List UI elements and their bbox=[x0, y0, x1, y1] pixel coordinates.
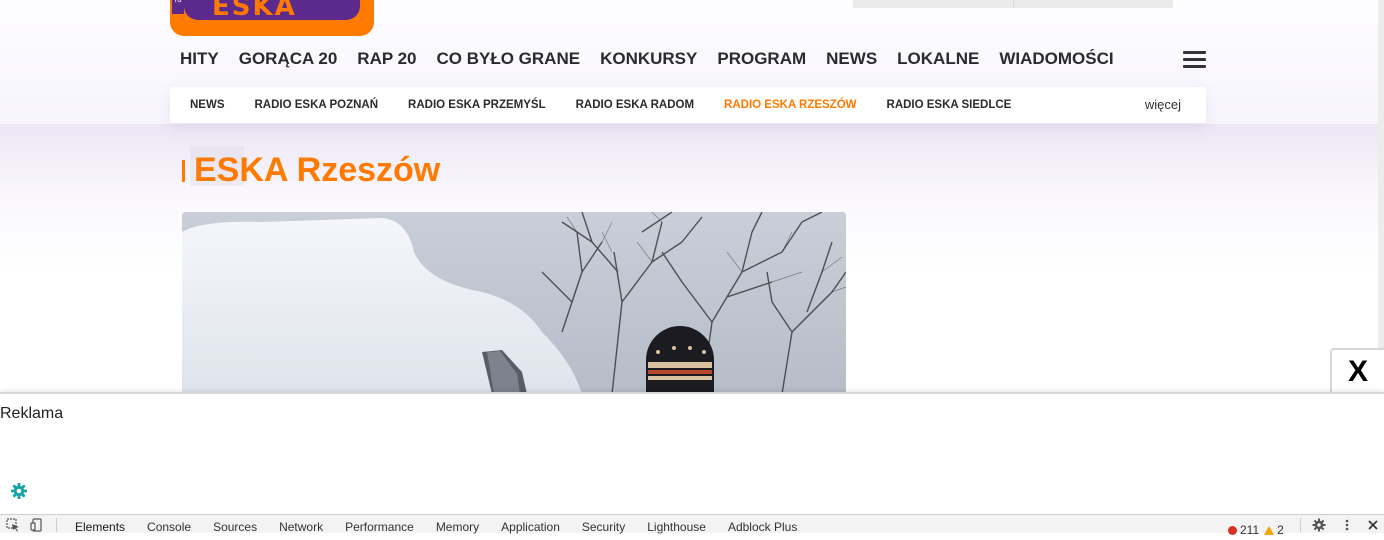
nav-item-wiadomosci[interactable]: WIADOMOŚCI bbox=[999, 44, 1113, 74]
sub-nav-item-siedlce[interactable]: RADIO ESKA SIEDLCE bbox=[887, 99, 1012, 111]
sub-nav-item-przemysl[interactable]: RADIO ESKA PRZEMYŚL bbox=[408, 99, 546, 111]
devtools-tab-adblock-plus[interactable]: Adblock Plus bbox=[728, 512, 797, 537]
warning-icon bbox=[1264, 526, 1275, 535]
sub-navigation: NEWS RADIO ESKA POZNAŃ RADIO ESKA PRZEMY… bbox=[170, 87, 1206, 123]
nav-item-rap-20[interactable]: RAP 20 bbox=[357, 44, 416, 74]
search-bar[interactable] bbox=[853, 0, 1173, 8]
devtools-bar: Elements Console Sources Network Perform… bbox=[0, 514, 1384, 537]
title-accent-bar bbox=[182, 160, 185, 182]
nav-item-hity[interactable]: HITY bbox=[180, 44, 219, 74]
devtools-tab-console[interactable]: Console bbox=[147, 512, 191, 537]
devtools-tab-elements[interactable]: Elements bbox=[75, 512, 125, 537]
gear-icon[interactable] bbox=[10, 482, 28, 500]
sub-nav-item-poznan[interactable]: RADIO ESKA POZNAŃ bbox=[255, 99, 379, 111]
sub-nav-item-radom[interactable]: RADIO ESKA RADOM bbox=[576, 99, 694, 111]
nav-item-co-bylo-grane[interactable]: CO BYŁO GRANE bbox=[437, 44, 581, 74]
more-link[interactable]: więcej bbox=[1145, 87, 1181, 123]
hamburger-menu-icon[interactable] bbox=[1183, 51, 1206, 69]
sub-nav-item-news[interactable]: NEWS bbox=[190, 99, 225, 111]
devtools-tab-network[interactable]: Network bbox=[279, 512, 323, 537]
logo-tag: rd bbox=[172, 0, 184, 14]
close-devtools-icon[interactable] bbox=[1366, 518, 1380, 532]
error-count: 211 bbox=[1240, 523, 1260, 537]
browser-page: rd ESKA HITY GORĄCA 20 RAP 20 CO BYŁO GR… bbox=[0, 0, 1384, 537]
snow-scene-image bbox=[182, 212, 846, 394]
inspect-element-icon[interactable] bbox=[6, 518, 20, 532]
ad-close-label: X bbox=[1347, 355, 1368, 388]
settings-gear-icon[interactable] bbox=[1312, 518, 1326, 532]
devtools-tab-lighthouse[interactable]: Lighthouse bbox=[647, 512, 706, 537]
devtools-separator bbox=[1300, 518, 1301, 532]
search-bar-divider bbox=[1013, 0, 1014, 8]
device-toolbar-icon[interactable] bbox=[30, 518, 44, 532]
devtools-tab-memory[interactable]: Memory bbox=[436, 512, 479, 537]
nav-item-konkursy[interactable]: KONKURSY bbox=[600, 44, 697, 74]
nav-item-program[interactable]: PROGRAM bbox=[717, 44, 806, 74]
error-icon bbox=[1228, 526, 1237, 535]
ad-label: Reklama bbox=[0, 405, 64, 422]
sub-nav-item-rzeszow[interactable]: RADIO ESKA RZESZÓW bbox=[724, 99, 856, 111]
warning-count: 2 bbox=[1277, 523, 1284, 537]
ad-close-button[interactable]: X bbox=[1330, 348, 1384, 394]
main-navigation: HITY GORĄCA 20 RAP 20 CO BYŁO GRANE KONK… bbox=[170, 44, 1124, 74]
devtools-tab-security[interactable]: Security bbox=[582, 512, 625, 537]
devtools-tab-performance[interactable]: Performance bbox=[345, 512, 414, 537]
devtools-tab-sources[interactable]: Sources bbox=[213, 512, 257, 537]
nav-item-lokalne[interactable]: LOKALNE bbox=[897, 44, 979, 74]
devtools-tab-application[interactable]: Application bbox=[501, 512, 560, 537]
ad-overlay: Reklama bbox=[0, 392, 1384, 514]
article-photo[interactable] bbox=[182, 212, 846, 394]
eska-logo[interactable]: rd ESKA bbox=[170, 0, 374, 36]
devtools-separator bbox=[56, 518, 57, 532]
person-figure bbox=[646, 326, 714, 394]
nav-item-goraca-20[interactable]: GORĄCA 20 bbox=[239, 44, 338, 74]
page-title: ESKA Rzeszów bbox=[194, 151, 441, 189]
more-options-icon[interactable] bbox=[1340, 518, 1354, 532]
nav-item-news[interactable]: NEWS bbox=[826, 44, 877, 74]
devtools-tabs: Elements Console Sources Network Perform… bbox=[64, 515, 808, 534]
logo-text: ESKA bbox=[212, 0, 297, 22]
devtools-issue-counts[interactable]: 211 2 bbox=[1228, 515, 1284, 540]
